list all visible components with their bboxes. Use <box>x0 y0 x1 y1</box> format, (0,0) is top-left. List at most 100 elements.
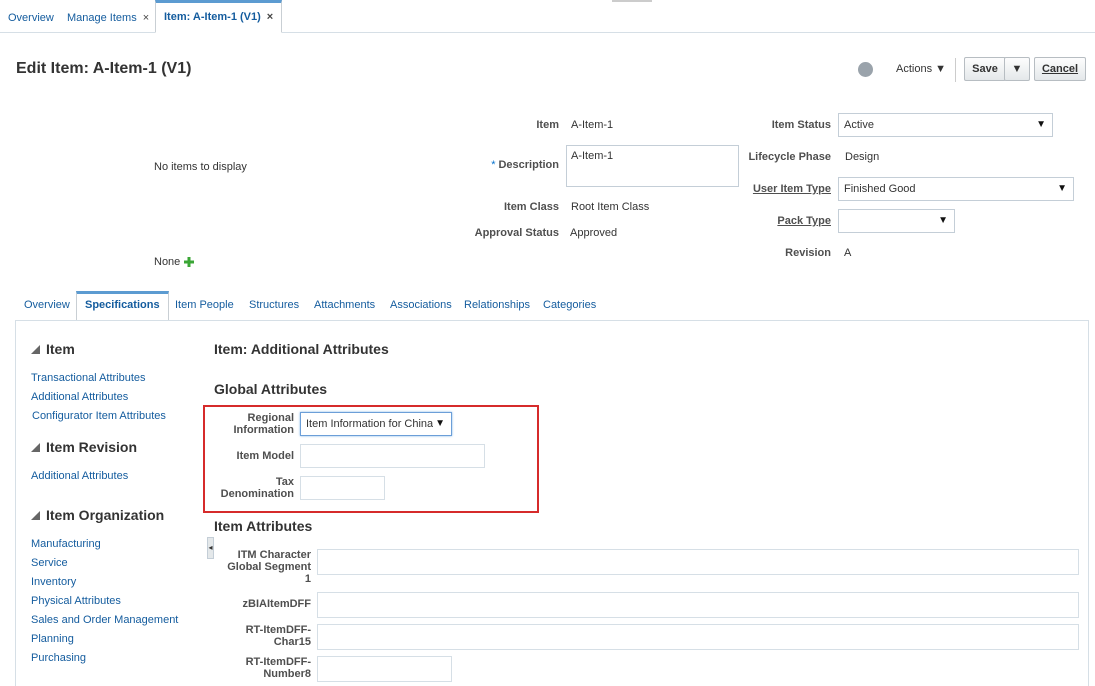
sidebar-item-configurator-attributes[interactable]: Configurator Item Attributes <box>32 410 166 422</box>
sidebar-item-inventory[interactable]: Inventory <box>31 576 76 588</box>
zbia-item-dff-input[interactable] <box>317 592 1079 618</box>
item-model-label: Item Model <box>236 450 294 462</box>
regional-information-label: Regional Information <box>214 412 295 436</box>
rt-char-line-2: Char15 <box>273 636 311 648</box>
regional-label-line-2: Information <box>233 424 295 436</box>
chevron-down-icon: ▼ <box>938 215 948 226</box>
triangle-icon <box>31 443 40 452</box>
tax-denomination-input[interactable] <box>300 476 385 500</box>
tax-denomination-label: Tax Denomination <box>204 476 294 500</box>
none-text: None <box>154 256 181 268</box>
triangle-icon <box>31 345 40 354</box>
rt-num-line-2: Number8 <box>263 668 311 680</box>
user-item-type-value: Finished Good <box>844 183 916 195</box>
sidebar-item-physical-attributes[interactable]: Physical Attributes <box>31 595 121 607</box>
sidebar-heading-organization-label: Item Organization <box>46 507 165 523</box>
revision-value: A <box>844 247 852 259</box>
rt-num-line-1: RT-ItemDFF- <box>245 656 311 668</box>
sidebar-heading-organization[interactable]: Item Organization <box>31 507 164 523</box>
section-title: Item: Additional Attributes <box>214 341 389 357</box>
separator <box>955 58 956 82</box>
itm-character-input[interactable] <box>317 549 1079 575</box>
close-icon[interactable]: × <box>267 11 273 23</box>
collapse-handle[interactable]: ◂ <box>207 537 214 559</box>
chevron-down-icon: ▼ <box>1036 119 1046 130</box>
rt-number8-input[interactable] <box>317 656 452 682</box>
zbia-item-dff-label: zBIAItemDFF <box>242 598 311 610</box>
triangle-icon: ◂ <box>208 543 213 552</box>
tab-attachments[interactable]: Attachments <box>314 299 375 311</box>
item-class-value: Root Item Class <box>571 201 650 213</box>
revision-label: Revision <box>785 247 831 259</box>
description-label: * Description <box>470 159 559 171</box>
approval-status-label: Approval Status <box>474 227 559 239</box>
plus-icon[interactable] <box>184 257 194 267</box>
item-class-label: Item Class <box>503 201 559 213</box>
description-field[interactable]: A-Item-1 <box>566 145 739 187</box>
user-item-type-select[interactable]: Finished Good ▼ <box>838 177 1074 201</box>
sidebar-heading-revision[interactable]: Item Revision <box>31 439 137 455</box>
item-status-value: Active <box>844 119 874 131</box>
item-model-input[interactable] <box>300 444 485 468</box>
sidebar-item-transactional-attributes[interactable]: Transactional Attributes <box>31 372 146 384</box>
chevron-down-icon: ▼ <box>1057 183 1067 194</box>
rt-char-line-1: RT-ItemDFF- <box>245 624 311 636</box>
itm-char-line-1: ITM Character <box>237 549 311 561</box>
tab-overview[interactable]: Overview <box>8 0 54 33</box>
itm-char-line-3: 1 <box>304 573 311 585</box>
cancel-button[interactable]: Cancel <box>1034 57 1086 81</box>
sidebar-item-sales-order-management[interactable]: Sales and Order Management <box>31 614 178 626</box>
user-item-type-label[interactable]: User Item Type <box>735 183 831 195</box>
rt-char15-label: RT-ItemDFF- Char15 <box>220 624 311 648</box>
tab-structures[interactable]: Structures <box>249 299 299 311</box>
sidebar-item-revision-additional-attributes[interactable]: Additional Attributes <box>31 470 128 482</box>
sidebar-item-manufacturing[interactable]: Manufacturing <box>31 538 101 550</box>
regional-information-value: Item Information for China <box>306 418 434 430</box>
sidebar-heading-item[interactable]: Item <box>31 341 75 357</box>
triangle-icon <box>31 511 40 520</box>
chevron-down-icon: ▼ <box>1011 63 1023 75</box>
sidebar-heading-item-label: Item <box>46 341 75 357</box>
item-status-select[interactable]: Active ▼ <box>838 113 1053 137</box>
globe-icon[interactable] <box>858 62 873 77</box>
rt-char15-input[interactable] <box>317 624 1079 650</box>
image-placeholder-text: No items to display <box>154 161 247 173</box>
tab-manage-items-label: Manage Items <box>67 12 137 24</box>
tab-categories[interactable]: Categories <box>543 299 596 311</box>
actions-label: Actions <box>896 63 933 75</box>
item-attributes-heading: Item Attributes <box>214 518 313 534</box>
sidebar-item-additional-attributes[interactable]: Additional Attributes <box>31 391 128 403</box>
tab-item-people[interactable]: Item People <box>175 299 234 311</box>
tab-item[interactable]: Item: A-Item-1 (V1) × <box>155 0 283 33</box>
item-label: Item <box>536 119 559 131</box>
itm-char-line-2: Global Segment <box>227 561 311 573</box>
required-indicator: * <box>491 159 496 171</box>
actions-menu[interactable]: Actions ▼ <box>896 63 946 75</box>
sidebar-item-service[interactable]: Service <box>31 557 68 569</box>
global-attributes-heading: Global Attributes <box>214 381 328 397</box>
save-button[interactable]: Save <box>964 57 1006 81</box>
pack-type-label[interactable]: Pack Type <box>745 215 831 227</box>
page-title: Edit Item: A-Item-1 (V1) <box>16 60 192 77</box>
sidebar-item-planning[interactable]: Planning <box>31 633 74 645</box>
tax-label-line-2: Denomination <box>220 488 294 500</box>
description-label-text: Description <box>498 159 559 171</box>
save-dropdown-button[interactable]: ▼ <box>1004 57 1030 81</box>
tab-associations[interactable]: Associations <box>390 299 452 311</box>
rt-number8-label: RT-ItemDFF- Number8 <box>220 656 311 680</box>
lifecycle-phase-label: Lifecycle Phase <box>748 151 831 163</box>
item-value: A-Item-1 <box>571 119 614 131</box>
tab-overview[interactable]: Overview <box>24 299 70 311</box>
close-icon[interactable]: × <box>143 12 149 24</box>
sidebar-item-purchasing[interactable]: Purchasing <box>31 652 86 664</box>
tab-manage-items[interactable]: Manage Items × <box>67 0 149 33</box>
tab-relationships[interactable]: Relationships <box>464 299 530 311</box>
itm-character-label: ITM Character Global Segment 1 <box>220 549 311 585</box>
window-handle <box>612 0 652 2</box>
tab-specifications[interactable]: Specifications <box>76 291 169 321</box>
sidebar-heading-revision-label: Item Revision <box>46 439 138 455</box>
approval-status-value: Approved <box>570 227 618 239</box>
pack-type-select[interactable]: ▼ <box>838 209 955 233</box>
regional-information-select[interactable]: Item Information for China ▼ <box>300 412 452 436</box>
chevron-down-icon: ▼ <box>935 63 947 75</box>
